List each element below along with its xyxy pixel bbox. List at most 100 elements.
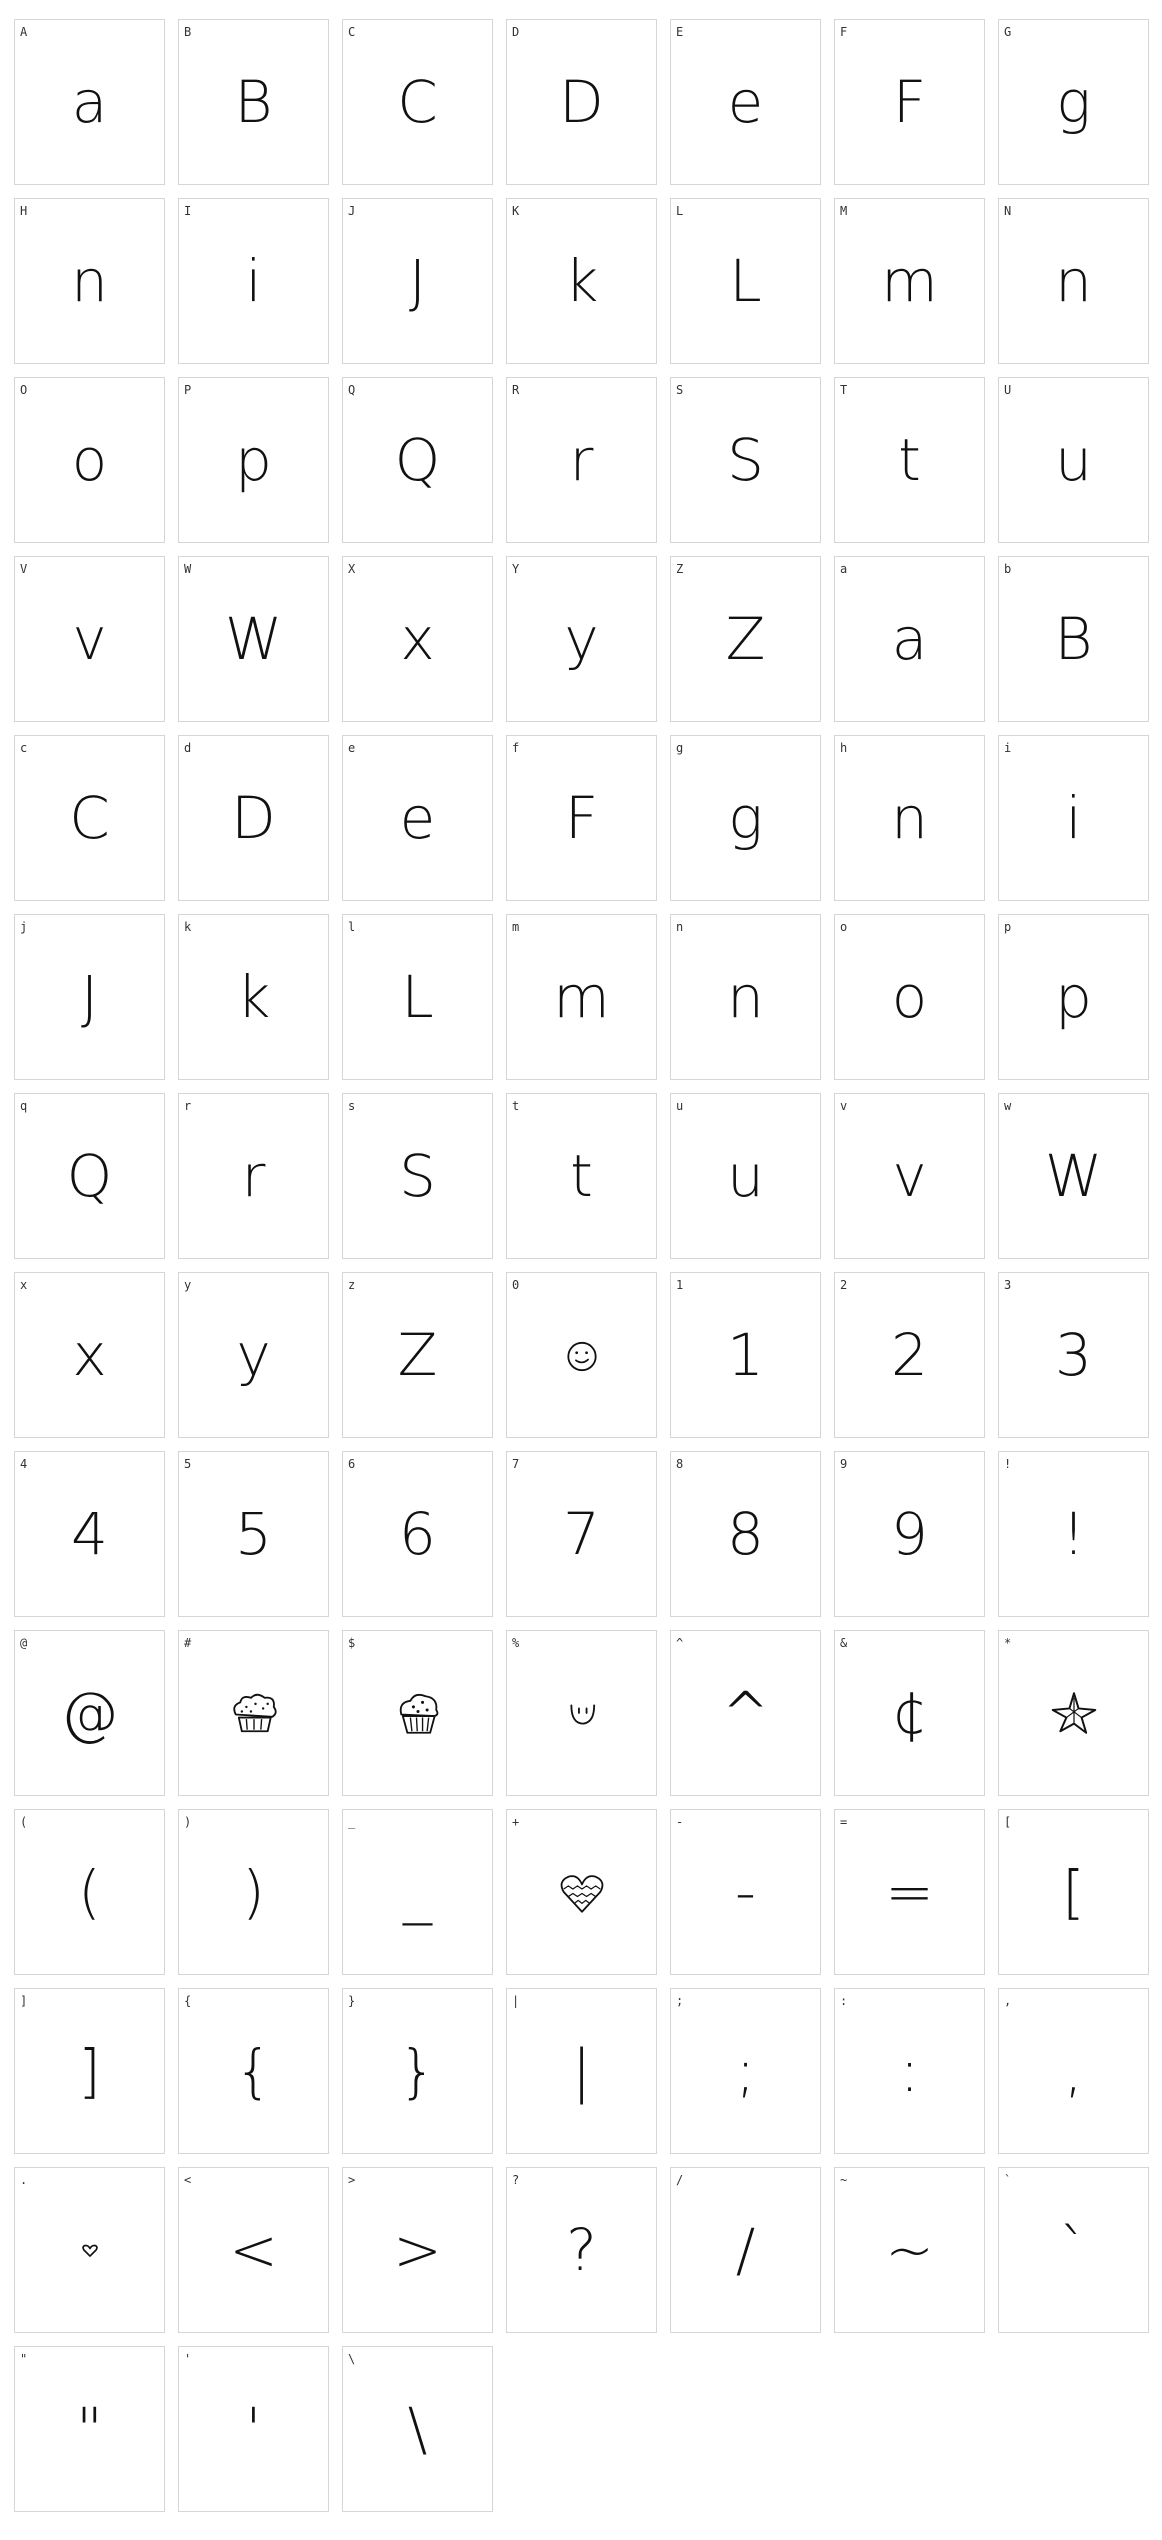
glyph-cell-label: & xyxy=(840,1636,848,1650)
glyph-preview: \ xyxy=(407,2395,428,2463)
glyph-preview: y xyxy=(564,605,599,673)
glyph-cell: QQ xyxy=(342,377,493,543)
glyph-preview: [ xyxy=(1062,1858,1085,1926)
glyph-cell-label: p xyxy=(1004,920,1012,934)
glyph-preview: / xyxy=(735,2216,756,2284)
glyph-cell: % xyxy=(506,1630,657,1796)
star-doodle-icon xyxy=(999,1657,1148,1769)
glyph-cell: ]] xyxy=(14,1988,165,2154)
glyph-preview: " xyxy=(76,2395,103,2463)
glyph-preview: ^ xyxy=(721,1679,770,1747)
glyph-cell: lL xyxy=(342,914,493,1080)
glyph-cell: & ¢ xyxy=(834,1630,985,1796)
glyph-cell-label: \ xyxy=(348,2352,356,2366)
glyph-preview: S xyxy=(727,426,764,494)
glyph-cell: Ii xyxy=(178,198,329,364)
glyph-preview: ? xyxy=(566,2216,597,2284)
glyph-cell-label: : xyxy=(840,1994,848,2008)
glyph-preview: 1 xyxy=(727,1321,764,1389)
glyph-preview: ' xyxy=(245,2395,262,2463)
glyph-cell-label: k xyxy=(184,920,192,934)
glyph-preview: C xyxy=(397,68,438,136)
glyph-cell-label: I xyxy=(184,204,192,218)
glyph-cell: 22 xyxy=(834,1272,985,1438)
glyph-preview: | xyxy=(571,2037,592,2105)
glyph-preview: , xyxy=(1064,2037,1083,2105)
glyph-cell: 77 xyxy=(506,1451,657,1617)
glyph-preview: x xyxy=(72,1321,107,1389)
glyph-cell-label: a xyxy=(840,562,848,576)
glyph-cell-label: A xyxy=(20,25,28,39)
glyph-cell-label: " xyxy=(20,2352,28,2366)
glyph-cell-label: ] xyxy=(20,1994,28,2008)
glyph-cell: Yy xyxy=(506,556,657,722)
glyph-preview: 4 xyxy=(71,1500,108,1568)
glyph-cell: uu xyxy=(670,1093,821,1259)
glyph-cell: Nn xyxy=(998,198,1149,364)
glyph-preview: 7 xyxy=(563,1500,600,1568)
glyph-cell: \ \ xyxy=(342,2346,493,2512)
glyph-preview: B xyxy=(234,68,273,136)
glyph-cell: JJ xyxy=(342,198,493,364)
glyph-preview: o xyxy=(71,426,108,494)
smile-icon xyxy=(507,1657,656,1769)
glyph-preview: C xyxy=(69,784,110,852)
glyph-preview: g xyxy=(728,784,763,852)
glyph-preview: t xyxy=(898,426,921,494)
glyph-preview: 8 xyxy=(727,1500,764,1568)
glyph-preview: J xyxy=(408,247,427,315)
glyph-cell: }} xyxy=(342,1988,493,2154)
glyph-cell: FF xyxy=(834,19,985,185)
glyph-cell-label: < xyxy=(184,2173,192,2187)
glyph-cell-label: { xyxy=(184,1994,192,2008)
glyph-cell-label: 5 xyxy=(184,1457,192,1471)
glyph-cell-label: ' xyxy=(184,2352,192,2366)
glyph-cell: kk xyxy=(178,914,329,1080)
small-heart-icon xyxy=(15,2194,164,2306)
glyph-preview: y xyxy=(236,1321,271,1389)
glyph-preview: k xyxy=(564,247,599,315)
glyph-cell-label: t xyxy=(512,1099,520,1113)
glyph-preview: D xyxy=(559,68,604,136)
glyph-preview: 2 xyxy=(891,1321,928,1389)
glyph-preview: n xyxy=(891,784,928,852)
glyph-preview: e xyxy=(399,784,436,852)
glyph-cell: / / xyxy=(670,2167,821,2333)
glyph-cell-label: * xyxy=(1004,1636,1012,1650)
glyph-cell-label: = xyxy=(840,1815,848,1829)
glyph-cell: | | xyxy=(506,1988,657,2154)
glyph-cell: Tt xyxy=(834,377,985,543)
glyph-preview: D xyxy=(231,784,276,852)
glyph-cell: Xx xyxy=(342,556,493,722)
glyph-preview: J xyxy=(80,963,99,1031)
glyph-cell: !! xyxy=(998,1451,1149,1617)
glyph-preview: i xyxy=(245,247,262,315)
glyph-preview: Z xyxy=(725,605,766,673)
glyph-preview: F xyxy=(892,68,927,136)
glyph-cell-label: S xyxy=(676,383,684,397)
glyph-cell: dD xyxy=(178,735,329,901)
glyph-cell: 0 xyxy=(506,1272,657,1438)
glyph-cell-label: G xyxy=(1004,25,1012,39)
glyph-cell: hn xyxy=(834,735,985,901)
glyph-cell: CC xyxy=(342,19,493,185)
glyph-cell-label: @ xyxy=(20,1636,28,1650)
glyph-cell: [[ xyxy=(998,1809,1149,1975)
glyph-preview: n xyxy=(1055,247,1092,315)
glyph-cell: Vv xyxy=(14,556,165,722)
glyph-cell-label: 9 xyxy=(840,1457,848,1471)
glyph-cell-label: x xyxy=(20,1278,28,1292)
glyph-cell: ZZ xyxy=(670,556,821,722)
glyph-preview: ~ xyxy=(885,2216,934,2284)
glyph-cell-label: L xyxy=(676,204,684,218)
glyph-preview: = xyxy=(885,1858,934,1926)
glyph-cell-label: % xyxy=(512,1636,520,1650)
glyph-cell: wW xyxy=(998,1093,1149,1259)
glyph-preview: < xyxy=(229,2216,278,2284)
glyph-preview: Z xyxy=(397,1321,438,1389)
glyph-cell-label: h xyxy=(840,741,848,755)
glyph-cell: LL xyxy=(670,198,821,364)
glyph-cell: cC xyxy=(14,735,165,901)
glyph-cell-label: - xyxy=(676,1815,684,1829)
glyph-cell: WW xyxy=(178,556,329,722)
